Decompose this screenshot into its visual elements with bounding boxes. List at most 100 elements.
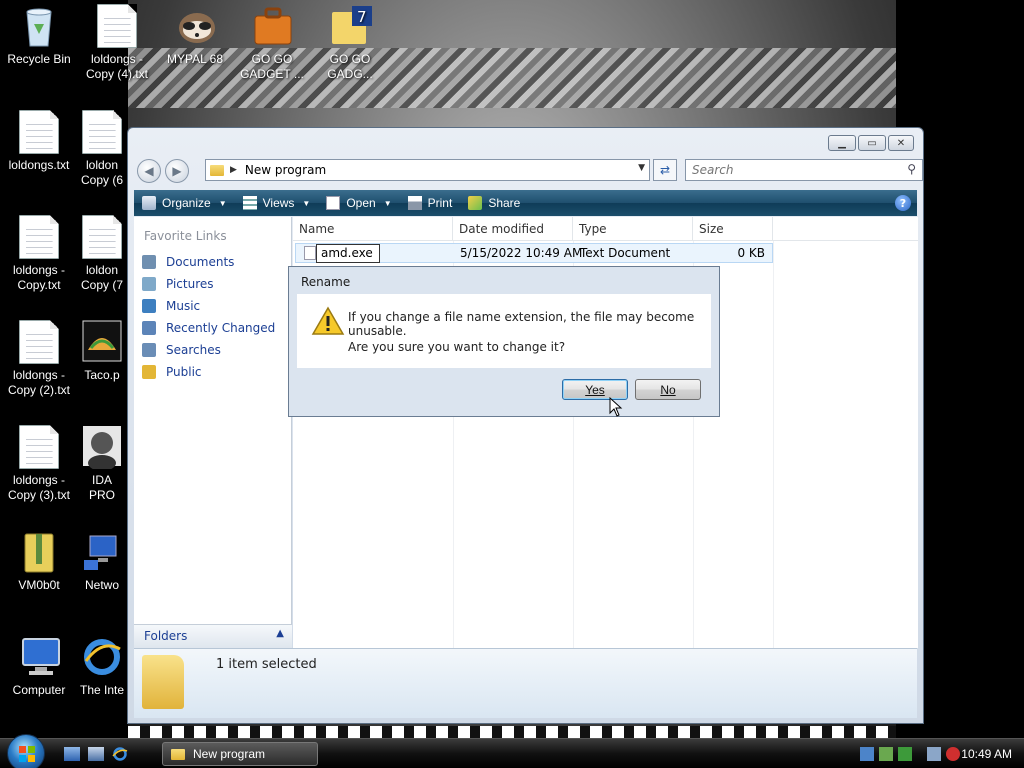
minimize-button[interactable]: ▁ <box>828 135 856 151</box>
search-icon[interactable]: ⚲ <box>907 162 916 176</box>
searches-icon <box>142 343 156 357</box>
share-button[interactable]: Share <box>460 190 528 216</box>
desktop-icon-loldongs-copy-3[interactable]: loldongs - Copy (3).txt <box>0 425 78 503</box>
zip-folder-icon <box>19 530 59 574</box>
forward-button[interactable]: ▶ <box>165 159 189 183</box>
desktop-icon-loldongs-copy-7[interactable]: loldon Copy (7 <box>78 215 126 293</box>
public-folder-icon <box>142 365 156 379</box>
network-tray-icon[interactable] <box>860 747 874 761</box>
desktop-icon-loldongs-copy-4[interactable]: loldongs - Copy (4).txt <box>78 4 156 82</box>
command-bar: Organize ▼ Views ▼ Open ▼ Print Share ? <box>134 190 917 216</box>
open-button[interactable]: Open ▼ <box>318 190 399 216</box>
rename-dialog: Rename If you change a file name extensi… <box>288 266 720 417</box>
breadcrumb-folder[interactable]: New program <box>245 163 326 177</box>
desktop-icon-computer[interactable]: Computer <box>0 635 78 698</box>
help-button[interactable]: ? <box>895 195 911 211</box>
back-button[interactable]: ◀ <box>137 159 161 183</box>
column-header-date[interactable]: Date modified <box>453 217 573 240</box>
dialog-body: If you change a file name extension, the… <box>297 294 711 368</box>
folder-icon <box>142 655 184 709</box>
desktop-icon-loldongs[interactable]: loldongs.txt <box>0 110 78 173</box>
address-bar[interactable]: ▶ New program ▼ <box>205 159 650 181</box>
nav-item-music[interactable]: Music <box>134 295 291 317</box>
computer-icon <box>19 635 60 679</box>
share-icon <box>468 196 483 210</box>
open-label: Open <box>346 196 376 210</box>
views-label: Views <box>262 196 295 210</box>
forward-arrow-icon: ▶ <box>172 164 182 178</box>
close-button[interactable]: ✕ <box>888 135 914 151</box>
desktop-icon-ida-pro[interactable]: IDA PRO <box>78 425 126 503</box>
search-box[interactable]: ⚲ <box>685 159 923 181</box>
nav-item-documents[interactable]: Documents <box>134 251 291 273</box>
address-bar-row: ◀ ▶ ▶ New program ▼ ⇄ ⚲ <box>135 158 923 184</box>
nav-item-label: Documents <box>166 255 235 269</box>
app-tray-icon[interactable] <box>898 747 912 761</box>
window-controls: ▁ ▭ ✕ <box>828 135 914 151</box>
text-document-icon <box>19 320 59 364</box>
desktop-icon-label: loldon Copy (7 <box>80 263 124 292</box>
clock[interactable]: 10:49 AM <box>961 747 1012 761</box>
column-header-type[interactable]: Type <box>573 217 693 240</box>
nav-item-public[interactable]: Public <box>134 361 291 383</box>
desktop-icon-vm0b0t[interactable]: VM0b0t <box>0 530 78 593</box>
internet-explorer-quicklaunch-icon[interactable] <box>112 747 128 761</box>
desktop-icon-label: loldongs - Copy (2).txt <box>7 368 70 397</box>
organize-button[interactable]: Organize ▼ <box>134 190 235 216</box>
column-divider <box>773 241 774 648</box>
rename-input[interactable]: amd.exe <box>316 244 380 263</box>
documents-icon <box>142 255 156 269</box>
column-header-name[interactable]: Name <box>293 217 453 240</box>
desktop-icon-label: loldongs.txt <box>8 158 70 172</box>
start-button[interactable] <box>7 734 45 768</box>
desktop-icon-loldongs-copy-6[interactable]: loldon Copy (6 <box>78 110 126 188</box>
address-dropdown-icon[interactable]: ▼ <box>638 163 645 173</box>
windows-logo-icon <box>19 746 35 762</box>
print-label: Print <box>427 196 453 210</box>
folders-toggle[interactable]: Folders ▲ <box>134 624 292 648</box>
desktop-icon-loldongs-copy-2[interactable]: loldongs - Copy (2).txt <box>0 320 78 398</box>
desktop-icon-label: MYPAL 68 <box>166 52 224 66</box>
text-document-icon <box>82 215 122 259</box>
chevron-down-icon: ▼ <box>383 198 392 208</box>
show-desktop-icon[interactable] <box>64 747 80 761</box>
desktop-icon-label: VM0b0t <box>18 578 60 592</box>
no-button[interactable]: No <box>635 379 701 400</box>
taco-image-icon <box>82 320 122 364</box>
views-button[interactable]: Views ▼ <box>235 190 319 216</box>
desktop-icon-loldongs-copy[interactable]: loldongs - Copy.txt <box>0 215 78 293</box>
nav-item-label: Recently Changed <box>166 321 276 335</box>
monitor-tray-icon[interactable] <box>927 747 941 761</box>
column-header-size[interactable]: Size <box>693 217 773 240</box>
switch-windows-icon[interactable] <box>88 747 104 761</box>
confirm-question: Are you sure you want to change it? <box>348 340 566 354</box>
maximize-button[interactable]: ▭ <box>858 135 886 151</box>
taskbar-button-explorer[interactable]: New program <box>162 742 318 766</box>
desktop-icon-internet[interactable]: The Inte <box>78 635 126 698</box>
desktop-icon-gadget-1[interactable]: GO GO GADGET ... <box>233 4 311 82</box>
details-pane: 1 item selected <box>134 648 917 718</box>
breadcrumb-chevron-icon[interactable]: ▶ <box>230 165 237 175</box>
desktop-icon-gadget-2[interactable]: 7 GO GO GADG... <box>311 4 389 82</box>
chevron-down-icon: ▼ <box>302 198 311 208</box>
print-button[interactable]: Print <box>400 190 461 216</box>
nav-item-searches[interactable]: Searches <box>134 339 291 361</box>
selection-status: 1 item selected <box>216 657 317 672</box>
desktop-icon-recycle-bin[interactable]: Recycle Bin <box>0 4 78 67</box>
file-row[interactable]: amd.exe 5/15/2022 10:49 AM Text Document… <box>295 243 773 263</box>
taskbar-button-label: New program <box>193 747 266 761</box>
chevron-down-icon: ▼ <box>218 198 227 208</box>
desktop-icon-mypal[interactable]: MYPAL 68 <box>156 4 234 67</box>
refresh-button[interactable]: ⇄ <box>653 159 677 181</box>
desktop-icon-network[interactable]: Netwo <box>78 530 126 593</box>
desktop-icon-taco[interactable]: Taco.p <box>78 320 126 383</box>
volume-muted-icon[interactable] <box>946 747 960 761</box>
nav-item-pictures[interactable]: Pictures <box>134 273 291 295</box>
nav-item-recently-changed[interactable]: Recently Changed <box>134 317 291 339</box>
desktop-icon-label: IDA PRO <box>88 473 115 502</box>
search-input[interactable] <box>692 163 892 177</box>
desktop-icon-label: loldongs - Copy (4).txt <box>85 52 148 81</box>
open-icon <box>326 196 341 210</box>
briefcase-icon <box>252 4 292 48</box>
safely-remove-tray-icon[interactable] <box>879 747 893 761</box>
